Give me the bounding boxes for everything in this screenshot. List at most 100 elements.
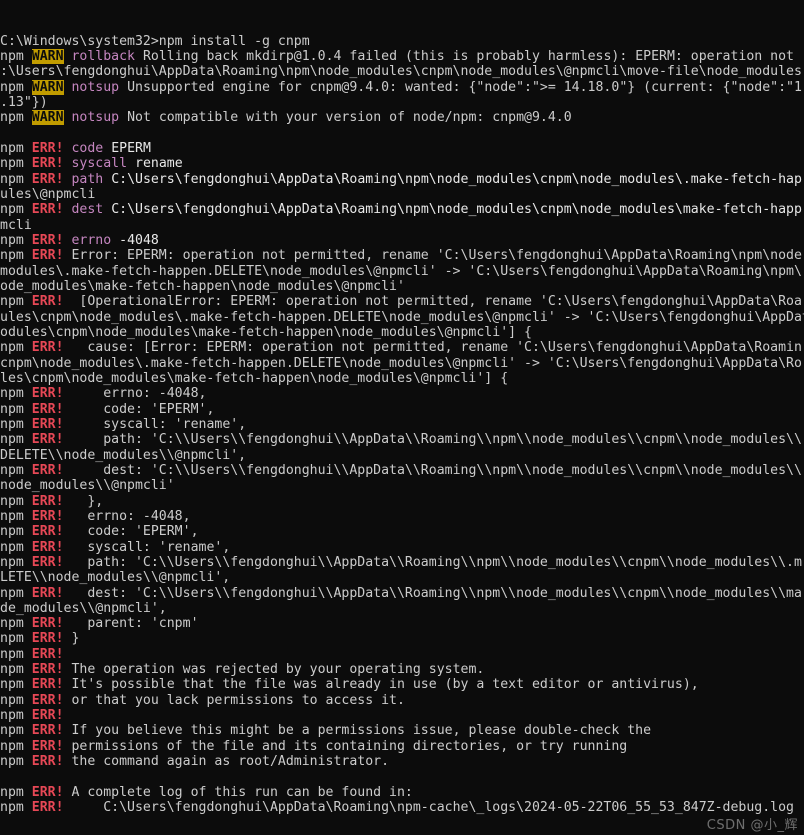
terminal-line: npm WARN notsup Not compatible with your… [0, 110, 804, 126]
terminal-line: npm ERR! cause: [Error: EPERM: operation… [0, 340, 804, 355]
terminal-text-warn-badge: WARN [31, 110, 64, 126]
terminal-text-err: ERR! [31, 585, 64, 601]
terminal-line: npm ERR! or that you lack permissions to… [0, 693, 804, 708]
terminal-text-err: ERR! [31, 784, 64, 800]
terminal-text-prefix: npm [0, 202, 32, 218]
terminal-text-white: C:\Users\fengdonghui\AppData\Roaming\npm… [103, 171, 802, 187]
terminal-text-err: ERR! [31, 294, 64, 310]
terminal-text-default: [OperationalError: EPERM: operation not … [63, 294, 802, 310]
terminal-text-err: ERR! [31, 616, 64, 632]
terminal-text-default: Unsupported engine for cnpm@9.4.0: wante… [119, 79, 802, 95]
terminal-line: npm ERR! code EPERM [0, 141, 804, 156]
terminal-line: ode_modules\make-fetch-happen\node_modul… [0, 279, 804, 294]
terminal-text-err: ERR! [31, 462, 64, 478]
terminal-text-err: ERR! [31, 662, 64, 678]
terminal-text-err: ERR! [31, 156, 64, 172]
terminal-line: npm ERR! permissions of the file and its… [0, 739, 804, 754]
terminal-text-err: ERR! [31, 401, 64, 417]
terminal-text-prefix: npm [0, 248, 32, 264]
terminal-text-default: de_modules\\@npmcli', [0, 600, 167, 616]
terminal-text-warn-badge: WARN [31, 49, 64, 65]
terminal-text-default: modules\.make-fetch-happen.DELETE\node_m… [0, 263, 802, 279]
terminal-line: npm ERR! path C:\Users\fengdonghui\AppDa… [0, 172, 804, 187]
terminal-output: C:\Windows\system32>npm install -g cnpm n… [0, 34, 804, 816]
terminal-window[interactable]: C:\Windows\system32>npm install -g cnpm n… [0, 0, 804, 835]
terminal-text-prefix: npm [0, 754, 32, 770]
terminal-text-default: code: 'EPERM', [63, 401, 215, 417]
terminal-text-err: ERR! [31, 631, 64, 647]
terminal-text-default: odules\cnpm\node_modules\make-fetch-happ… [0, 324, 532, 340]
terminal-text-prefix: npm [0, 524, 32, 540]
terminal-text-magenta: notsup [71, 110, 120, 126]
terminal-text-default: Error: EPERM: operation not permitted, r… [63, 248, 802, 264]
terminal-line: npm ERR! dest: 'C:\\Users\\fengdonghui\\… [0, 463, 804, 478]
terminal-text-prefix: npm [0, 432, 32, 448]
terminal-text-prefix: npm [0, 800, 32, 816]
terminal-line: ules\cnpm\node_modules\.make-fetch-happe… [0, 310, 804, 325]
terminal-text-default: A complete log of this run can be found … [63, 784, 413, 800]
terminal-line: LETE\\node_modules\\@npmcli', [0, 570, 804, 585]
terminal-text-default: or that you lack permissions to access i… [63, 692, 405, 708]
terminal-text-prefix: npm [0, 156, 32, 172]
terminal-text-white: -4048 [111, 232, 159, 248]
terminal-line: npm ERR! errno -4048 [0, 233, 804, 248]
terminal-line: cnpm\node_modules\.make-fetch-happen.DEL… [0, 356, 804, 371]
terminal-text-err: ERR! [31, 140, 64, 156]
terminal-line: odules\cnpm\node_modules\make-fetch-happ… [0, 325, 804, 340]
terminal-line: npm ERR! [OperationalError: EPERM: opera… [0, 294, 804, 309]
terminal-text-prefix: npm [0, 140, 32, 156]
terminal-text-magenta: path [71, 171, 104, 187]
terminal-line: npm ERR! }, [0, 494, 804, 509]
terminal-text-default: cnpm\node_modules\.make-fetch-happen.DEL… [0, 355, 802, 371]
terminal-line: node_modules\\@npmcli' [0, 478, 804, 493]
terminal-text-prefix: npm [0, 171, 32, 187]
terminal-text-default: errno: -4048, [63, 386, 207, 402]
terminal-text-prefix: npm [0, 110, 32, 126]
terminal-text-prefix: npm [0, 585, 32, 601]
terminal-line: de_modules\\@npmcli', [0, 601, 804, 616]
terminal-text-err: ERR! [31, 493, 64, 509]
terminal-text-default: node_modules\\@npmcli' [0, 478, 175, 494]
terminal-text-err: ERR! [31, 800, 64, 816]
terminal-text-magenta: syscall [71, 156, 128, 172]
csdn-watermark: CSDN @小_辉 [706, 817, 798, 833]
terminal-text-err: ERR! [31, 524, 64, 540]
terminal-line: npm ERR! Error: EPERM: operation not per… [0, 248, 804, 263]
terminal-text-err: ERR! [31, 708, 64, 724]
terminal-text-prefix: npm [0, 631, 32, 647]
terminal-text-default: LETE\\node_modules\\@npmcli', [0, 570, 231, 586]
terminal-text-magenta: errno [71, 232, 112, 248]
terminal-text-warn-badge: WARN [31, 79, 64, 95]
terminal-line: DELETE\\node_modules\\@npmcli', [0, 448, 804, 463]
terminal-text-prefix: npm [0, 232, 32, 248]
terminal-line: npm ERR! path: 'C:\\Users\\fengdonghui\\… [0, 432, 804, 447]
terminal-text-default: permissions of the file and its containi… [63, 738, 628, 754]
terminal-text-magenta: code [71, 140, 104, 156]
terminal-text-default: path: 'C:\\Users\\fengdonghui\\AppData\\… [63, 432, 802, 448]
terminal-text-default: }, [63, 493, 104, 509]
terminal-text-default: syscall: 'rename', [63, 416, 247, 432]
terminal-text-default: les\cnpm\node_modules\make-fetch-happen\… [0, 370, 509, 386]
terminal-line: npm ERR! the command again as root/Admin… [0, 754, 804, 769]
terminal-text-prefix: npm [0, 662, 32, 678]
terminal-text-err: ERR! [31, 248, 64, 264]
terminal-text-default: path: 'C:\\Users\\fengdonghui\\AppData\\… [63, 554, 802, 570]
terminal-text-default: parent: 'cnpm' [63, 616, 199, 632]
terminal-line: npm ERR! A complete log of this run can … [0, 785, 804, 800]
terminal-line: npm ERR! } [0, 631, 804, 646]
terminal-text-prefix: npm [0, 79, 32, 95]
terminal-text-default: dest: 'C:\\Users\\fengdonghui\\AppData\\… [63, 462, 802, 478]
terminal-line: npm ERR! C:\Users\fengdonghui\AppData\Ro… [0, 800, 804, 815]
terminal-text-prefix: npm [0, 49, 32, 65]
terminal-text-err: ERR! [31, 723, 64, 739]
terminal-text-default: errno: -4048, [63, 508, 191, 524]
terminal-text-err: ERR! [31, 677, 64, 693]
terminal-line: npm ERR! parent: 'cnpm' [0, 616, 804, 631]
terminal-text-prefix: npm [0, 508, 32, 524]
terminal-line: npm ERR! errno: -4048, [0, 509, 804, 524]
terminal-text-prefix: npm [0, 401, 32, 417]
terminal-text-default: If you believe this might be a permissio… [63, 723, 652, 739]
terminal-line: ules\@npmcli [0, 187, 804, 202]
terminal-text-prefix: npm [0, 708, 32, 724]
